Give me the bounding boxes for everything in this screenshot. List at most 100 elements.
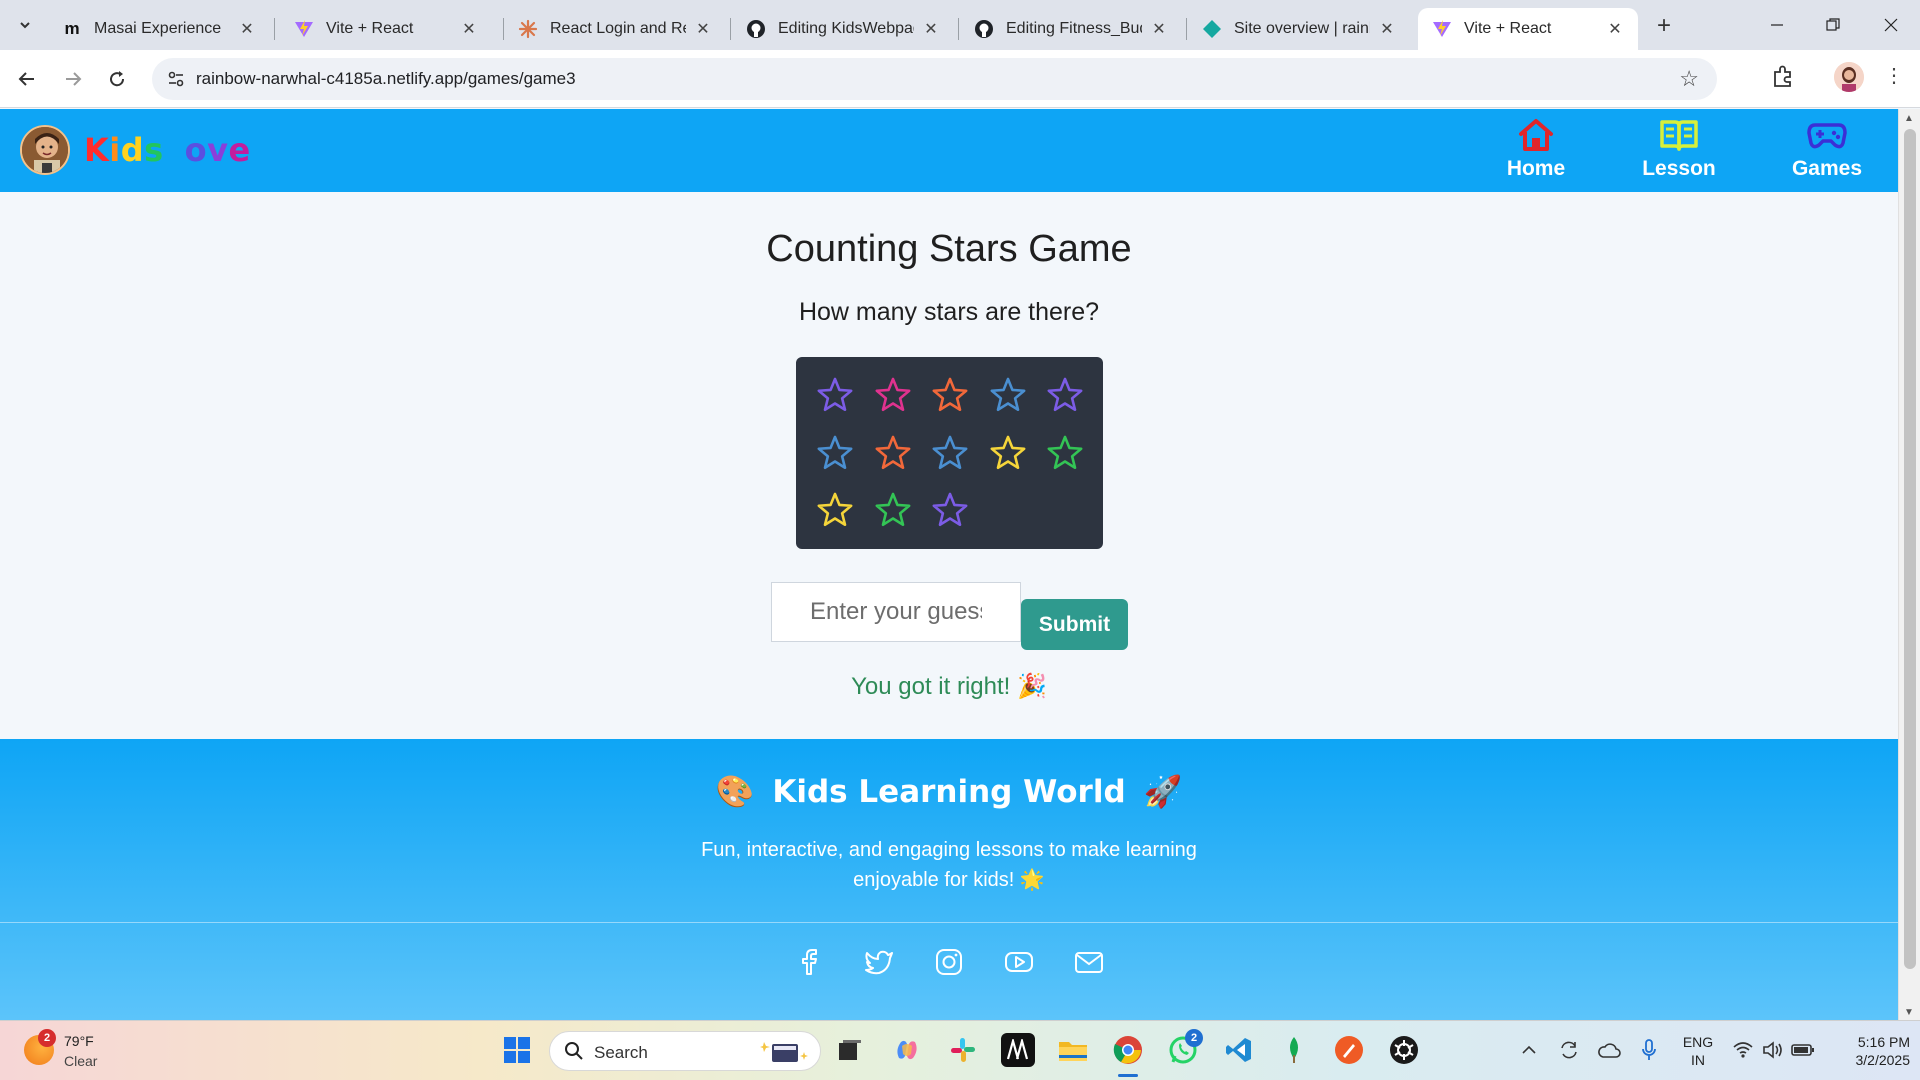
search-highlight-icon <box>760 1038 810 1066</box>
weather-condition: Clear <box>64 1053 98 1069</box>
instagram-icon[interactable] <box>934 947 964 977</box>
nav-home-label: Home <box>1506 157 1566 180</box>
close-tab-icon[interactable]: ✕ <box>238 19 256 39</box>
clock[interactable]: 5:16 PM 3/2/2025 <box>1826 1033 1911 1069</box>
restore-button[interactable] <box>1810 8 1856 42</box>
close-tab-icon[interactable]: ✕ <box>1150 19 1168 39</box>
site-header: KidsLove Home Lesson Games <box>0 109 1898 192</box>
star-icon <box>873 490 913 530</box>
scrollbar-thumb[interactable] <box>1904 129 1916 969</box>
browser-tab-bar: m Masai Experience ✕ Vite + React ✕ Reac… <box>0 0 1920 50</box>
nav-home[interactable]: Home <box>1481 117 1591 187</box>
vite-icon <box>294 19 314 39</box>
forward-icon[interactable] <box>58 64 88 94</box>
tab-react-login[interactable]: React Login and Regi ✕ <box>504 8 726 50</box>
tab-site-overview[interactable]: Site overview | rainbo ✕ <box>1188 8 1410 50</box>
profile-avatar[interactable] <box>1834 62 1864 92</box>
footer-title: Kids Learning World <box>772 773 1126 810</box>
close-tab-icon[interactable]: ✕ <box>1378 19 1396 39</box>
task-view-icon[interactable] <box>833 1033 867 1067</box>
star-icon <box>988 433 1028 473</box>
new-tab-button[interactable]: + <box>1650 12 1678 40</box>
star-icon <box>815 490 855 530</box>
wifi-icon[interactable] <box>1726 1033 1760 1067</box>
clock-date: 3/2/2025 <box>1855 1052 1911 1068</box>
windows-start-icon[interactable] <box>500 1033 534 1067</box>
logo-avatar[interactable] <box>20 125 70 175</box>
netlify-icon <box>1202 19 1222 39</box>
tab-title: Masai Experience <box>94 20 222 37</box>
openai-icon[interactable] <box>1387 1033 1421 1067</box>
tab-vite-react[interactable]: Vite + React ✕ <box>280 8 492 50</box>
close-tab-icon[interactable]: ✕ <box>1606 19 1624 39</box>
scroll-up-arrow[interactable]: ▲ <box>1904 113 1914 124</box>
youtube-icon[interactable] <box>1004 947 1034 977</box>
close-tab-icon[interactable]: ✕ <box>460 19 478 39</box>
file-explorer-icon[interactable] <box>1056 1033 1090 1067</box>
tab-title: React Login and Regi <box>550 20 686 37</box>
close-tab-icon[interactable]: ✕ <box>922 19 940 39</box>
nav-lesson[interactable]: Lesson <box>1624 117 1734 187</box>
microphone-icon[interactable] <box>1632 1033 1666 1067</box>
nav-games[interactable]: Games <box>1772 117 1882 187</box>
page-scrollbar[interactable]: ▲ ▼ <box>1898 109 1920 1020</box>
language-line1: ENG <box>1682 1034 1714 1050</box>
tab-search-icon[interactable] <box>12 12 38 38</box>
guess-input[interactable] <box>771 582 1021 642</box>
claude-icon <box>518 19 538 39</box>
star-icon <box>873 375 913 415</box>
mail-icon[interactable] <box>1074 947 1104 977</box>
github-icon <box>746 19 766 39</box>
close-tab-icon[interactable]: ✕ <box>694 19 712 39</box>
brand-letter: d <box>120 131 145 169</box>
site-logo-text[interactable]: KidsLove <box>84 131 251 169</box>
twitter-icon[interactable] <box>864 947 894 977</box>
weather-widget[interactable]: 2 79°F Clear <box>24 1029 134 1073</box>
show-hidden-icons-chevron[interactable] <box>1512 1033 1546 1067</box>
mongodb-icon[interactable] <box>1277 1033 1311 1067</box>
volume-icon[interactable] <box>1756 1033 1790 1067</box>
tab-separator <box>274 18 275 40</box>
facebook-icon[interactable] <box>794 947 824 977</box>
sync-icon[interactable] <box>1552 1033 1586 1067</box>
extensions-puzzle-icon[interactable] <box>1770 64 1796 90</box>
site-footer: 🎨 Kids Learning World 🚀 Fun, interactive… <box>0 739 1898 1020</box>
submit-button[interactable]: Submit <box>1021 599 1128 650</box>
gamepad-icon <box>1807 117 1847 153</box>
tab-masai-experience[interactable]: m Masai Experience ✕ <box>48 8 270 50</box>
vscode-icon[interactable] <box>1222 1033 1256 1067</box>
game-title: Counting Stars Game <box>766 228 1132 270</box>
github-icon <box>974 19 994 39</box>
copilot-icon[interactable] <box>890 1033 924 1067</box>
taskbar-search[interactable]: Search <box>549 1031 821 1071</box>
brand-letter: e <box>228 131 251 169</box>
weather-badge: 2 <box>38 1029 56 1047</box>
scroll-down-arrow[interactable]: ▼ <box>1904 1007 1914 1018</box>
battery-icon[interactable] <box>1786 1033 1820 1067</box>
chrome-icon[interactable] <box>1111 1033 1145 1067</box>
star-icon <box>815 375 855 415</box>
language-indicator[interactable]: ENG IN <box>1680 1033 1716 1069</box>
star-icon <box>988 375 1028 415</box>
tab-title: Vite + React <box>1464 20 1552 37</box>
url-text[interactable]: rainbow-narwhal-c4185a.netlify.app/games… <box>196 69 576 89</box>
nav-lesson-label: Lesson <box>1642 157 1716 180</box>
slack-icon[interactable] <box>946 1033 980 1067</box>
reload-icon[interactable] <box>102 64 132 94</box>
onedrive-cloud-icon[interactable] <box>1592 1033 1626 1067</box>
masai-app-icon[interactable] <box>1001 1033 1035 1067</box>
weather-temp: 79°F <box>64 1033 94 1049</box>
bookmark-star-icon[interactable]: ☆ <box>1679 66 1699 92</box>
tab-vite-react-active[interactable]: Vite + React ✕ <box>1418 8 1638 50</box>
postman-icon[interactable] <box>1332 1033 1366 1067</box>
site-settings-icon[interactable] <box>166 69 186 89</box>
minimize-button[interactable] <box>1754 8 1800 42</box>
tab-title: Vite + React <box>326 20 414 37</box>
back-icon[interactable] <box>12 64 42 94</box>
browser-menu-icon[interactable]: ⋮ <box>1884 63 1904 88</box>
close-window-button[interactable] <box>1868 8 1914 42</box>
palette-emoji-icon: 🎨 <box>715 774 755 810</box>
address-bar[interactable]: rainbow-narwhal-c4185a.netlify.app/games… <box>152 58 1717 100</box>
tab-editing-fitness[interactable]: Editing Fitness_Budd ✕ <box>960 8 1182 50</box>
tab-editing-kidswebpage[interactable]: Editing KidsWebpage ✕ <box>732 8 954 50</box>
